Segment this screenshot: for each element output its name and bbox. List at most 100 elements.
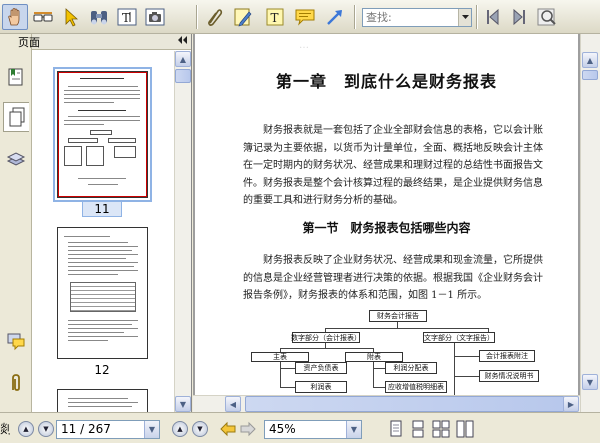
chapter-title: 第一章 到底什么是财务报表 — [275, 72, 497, 91]
chevron-left-icon: ◀ — [229, 399, 237, 409]
chevron-down-icon: ▼ — [43, 425, 49, 433]
comment-button[interactable] — [292, 4, 318, 30]
continuous-view-button[interactable] — [410, 420, 426, 441]
go-forward-button[interactable] — [240, 421, 256, 440]
pages-panel-header: 页面 — [18, 34, 191, 50]
page-thumbnail[interactable] — [53, 67, 152, 202]
find-next-icon — [513, 8, 525, 26]
select-arrow-button[interactable] — [58, 4, 84, 30]
document-page: … 第一章 到底什么是财务报表 财务报表就是一套包括了企业全部财会信息的表格，它… — [195, 34, 578, 395]
zoom-input[interactable]: 45% ▼ — [264, 420, 362, 439]
chevron-down-icon: ▼ — [148, 425, 156, 434]
attach-tool-button[interactable] — [202, 4, 228, 30]
scroll-down-button[interactable]: ▼ — [582, 374, 598, 390]
page-thumbnail[interactable] — [57, 389, 148, 412]
bookmark-panel-tab[interactable] — [3, 62, 29, 92]
document-view[interactable]: … 第一章 到底什么是财务报表 财务报表就是一套包括了企业全部财会信息的表格，它… — [193, 34, 580, 395]
text-select-button[interactable]: T — [114, 4, 140, 30]
chevron-down-icon — [461, 15, 469, 19]
find-previous-icon — [487, 8, 499, 26]
scroll-down-button[interactable]: ▼ — [175, 396, 191, 412]
text-select-icon: T — [117, 8, 137, 26]
page-dropdown-button[interactable]: ▼ — [144, 421, 159, 438]
scroll-right-button[interactable]: ▶ — [563, 396, 579, 412]
hand-tool-icon — [8, 8, 20, 26]
chevron-down-icon: ▼ — [350, 425, 358, 434]
find-input[interactable]: 查找: — [362, 8, 472, 27]
scroll-up-button[interactable]: ▲ — [175, 51, 191, 67]
main-toolbar: T T 查找: — [0, 0, 600, 34]
single-page-view-button[interactable] — [388, 420, 404, 441]
chevron-down-icon: ▼ — [586, 377, 594, 387]
continuous-facing-icon — [456, 420, 474, 438]
previous-page-button[interactable]: ▲ — [18, 421, 34, 437]
diagram-vat-schedule: 应收增值税明细表 — [385, 381, 447, 393]
next-page-button[interactable]: ▼ — [38, 421, 54, 437]
scroll-up-button[interactable]: ▲ — [582, 52, 598, 68]
scroll-thumb[interactable] — [245, 396, 565, 412]
arrow-tool-button[interactable] — [322, 4, 348, 30]
thumbnail-label[interactable]: 11 — [82, 201, 122, 217]
diagram-explanation: 财务情况说明书 — [479, 370, 539, 382]
zoom-dropdown-button[interactable]: ▼ — [346, 421, 361, 438]
go-back-button[interactable] — [220, 421, 236, 440]
page-thumbnail[interactable] — [57, 227, 148, 359]
diagram-main-statements: 主表 — [251, 352, 309, 362]
facing-view-button[interactable] — [432, 420, 450, 441]
find-next-button[interactable] — [506, 4, 532, 30]
snapshot-camera-icon — [145, 8, 165, 26]
svg-text:T: T — [122, 11, 130, 25]
arrow-right-icon — [240, 421, 256, 437]
scroll-thumb[interactable] — [582, 70, 598, 80]
attachments-panel-tab[interactable] — [3, 368, 29, 398]
document-horizontal-scrollbar[interactable]: ◀ ▶ — [193, 395, 580, 412]
first-page-button[interactable]: ▲ — [172, 421, 188, 437]
bleed-through-text: … — [299, 40, 309, 51]
layers-panel-icon — [6, 152, 26, 166]
thumbnail-scrollbar[interactable]: ▲ ▼ — [174, 51, 191, 412]
page-number-value: 11 / 267 — [61, 422, 111, 436]
pages-panel-tab[interactable] — [3, 102, 29, 132]
layers-panel-tab[interactable] — [3, 144, 29, 174]
find-options-button[interactable] — [534, 4, 560, 30]
diagram-numeric-part: 数字部分（会计报表） — [291, 332, 361, 343]
chevron-up-icon: ▲ — [586, 55, 594, 65]
find-previous-button[interactable] — [480, 4, 506, 30]
facing-pages-icon — [432, 420, 450, 438]
reader-glasses-icon — [33, 12, 53, 22]
last-page-button[interactable]: ▼ — [192, 421, 208, 437]
pages-panel: 页面 11 12 ▲ ▼ — [18, 34, 192, 412]
diagram-profit-distribution: 利润分配表 — [385, 362, 437, 374]
edit-note-button[interactable] — [230, 4, 256, 30]
thumbnail-label[interactable]: 12 — [82, 363, 122, 377]
chevron-down-icon: ▼ — [197, 425, 203, 433]
select-arrow-icon — [65, 8, 79, 27]
chevron-up-icon: ▲ — [23, 425, 29, 433]
diagram-balance-sheet: 资产负债表 — [295, 362, 347, 374]
edit-note-icon — [234, 8, 252, 27]
find-button[interactable] — [86, 4, 112, 30]
diagram-income-statement: 利润表 — [295, 381, 347, 393]
pages-panel-title: 页面 — [18, 35, 40, 49]
continuous-facing-view-button[interactable] — [456, 420, 474, 441]
collapse-panel-button[interactable] — [178, 36, 187, 47]
chevron-right-icon: ▶ — [567, 399, 575, 409]
toolbar-separator — [196, 5, 198, 29]
scroll-left-button[interactable]: ◀ — [225, 396, 241, 412]
snapshot-button[interactable] — [142, 4, 168, 30]
find-options-icon — [537, 8, 556, 26]
arrow-left-icon — [220, 421, 236, 437]
scroll-thumb[interactable] — [175, 69, 191, 83]
document-vertical-scrollbar[interactable]: ▲ ▼ — [580, 34, 600, 412]
diagram-attached-statements: 附表 — [345, 352, 403, 362]
find-dropdown-button[interactable] — [458, 9, 471, 26]
hand-tool-button[interactable] — [2, 4, 28, 30]
section-paragraph: 财务报表反映了企业财务状况、经营成果和现金流量，它所提供的信息是企业经营管理者进… — [243, 255, 543, 301]
reader-glasses-button[interactable] — [30, 4, 56, 30]
text-box-button[interactable]: T — [262, 4, 288, 30]
navigation-rail — [0, 34, 32, 412]
find-binoculars-icon — [91, 11, 107, 25]
comment-icon — [295, 9, 315, 26]
comments-panel-tab[interactable] — [3, 326, 29, 356]
page-number-input[interactable]: 11 / 267 ▼ — [56, 420, 160, 439]
